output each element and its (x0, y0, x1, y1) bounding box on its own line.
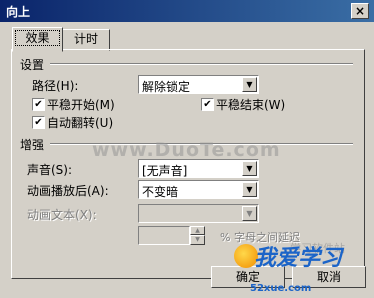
path-select[interactable]: 解除锁定 ▼ (138, 75, 259, 94)
after-animation-select[interactable]: 不变暗 ▼ (138, 180, 259, 199)
effect-options-dialog: 向上 × 效果 计时 设置 路径(H): 解除锁定 ▼ ✔ 平稳开始(M) ✔ … (0, 0, 374, 298)
spin-down-icon[interactable]: ▼ (190, 235, 205, 245)
sound-label: 声音(S): (27, 163, 73, 177)
after-animation-label: 动画播放后(A): (27, 184, 109, 198)
logo-watermark: 我爱学习 (254, 246, 343, 271)
delay-spinner[interactable]: ▲ ▼ (190, 226, 205, 245)
tab-effect[interactable]: 效果 (12, 27, 63, 52)
smooth-start-label[interactable]: 平稳开始(M) (47, 96, 115, 113)
path-label: 路径(H): (32, 79, 79, 93)
tab-timing-label: 计时 (73, 32, 98, 46)
enhancements-group-label: 增强 (20, 138, 45, 152)
smooth-start-checkbox[interactable]: ✔ (32, 98, 45, 111)
tab-effect-label: 效果 (13, 28, 62, 48)
dropdown-arrow-icon[interactable]: ▼ (242, 77, 257, 92)
settings-divider (50, 63, 353, 65)
smooth-end-label[interactable]: 平稳结束(W) (216, 96, 285, 113)
path-value: 解除锁定 (142, 80, 191, 94)
animate-text-select[interactable]: ▼ (138, 204, 259, 223)
dropdown-arrow-icon[interactable]: ▼ (242, 182, 257, 197)
auto-reverse-label[interactable]: 自动翻转(U) (47, 114, 113, 131)
animate-text-label: 动画文本(X): (27, 208, 97, 222)
delay-spin-input[interactable] (138, 226, 190, 245)
auto-reverse-checkbox[interactable]: ✔ (32, 116, 45, 129)
dropdown-arrow-icon[interactable]: ▼ (242, 206, 257, 221)
sound-value: [无声音] (142, 164, 188, 178)
spin-up-icon[interactable]: ▲ (190, 226, 205, 235)
close-button[interactable]: × (351, 3, 369, 19)
tab-timing[interactable]: 计时 (62, 29, 110, 51)
center-watermark: www.DuoTe.com (92, 139, 281, 161)
settings-group-label: 设置 (20, 58, 45, 72)
smooth-end-checkbox[interactable]: ✔ (201, 98, 214, 111)
dropdown-arrow-icon[interactable]: ▼ (242, 161, 257, 176)
logo-watermark-sub: 52xue.com (250, 283, 312, 294)
window-title: 向上 (6, 5, 31, 19)
sound-select[interactable]: [无声音] ▼ (138, 159, 259, 178)
title-bar[interactable]: 向上 × (0, 0, 374, 22)
after-animation-value: 不变暗 (142, 185, 179, 199)
